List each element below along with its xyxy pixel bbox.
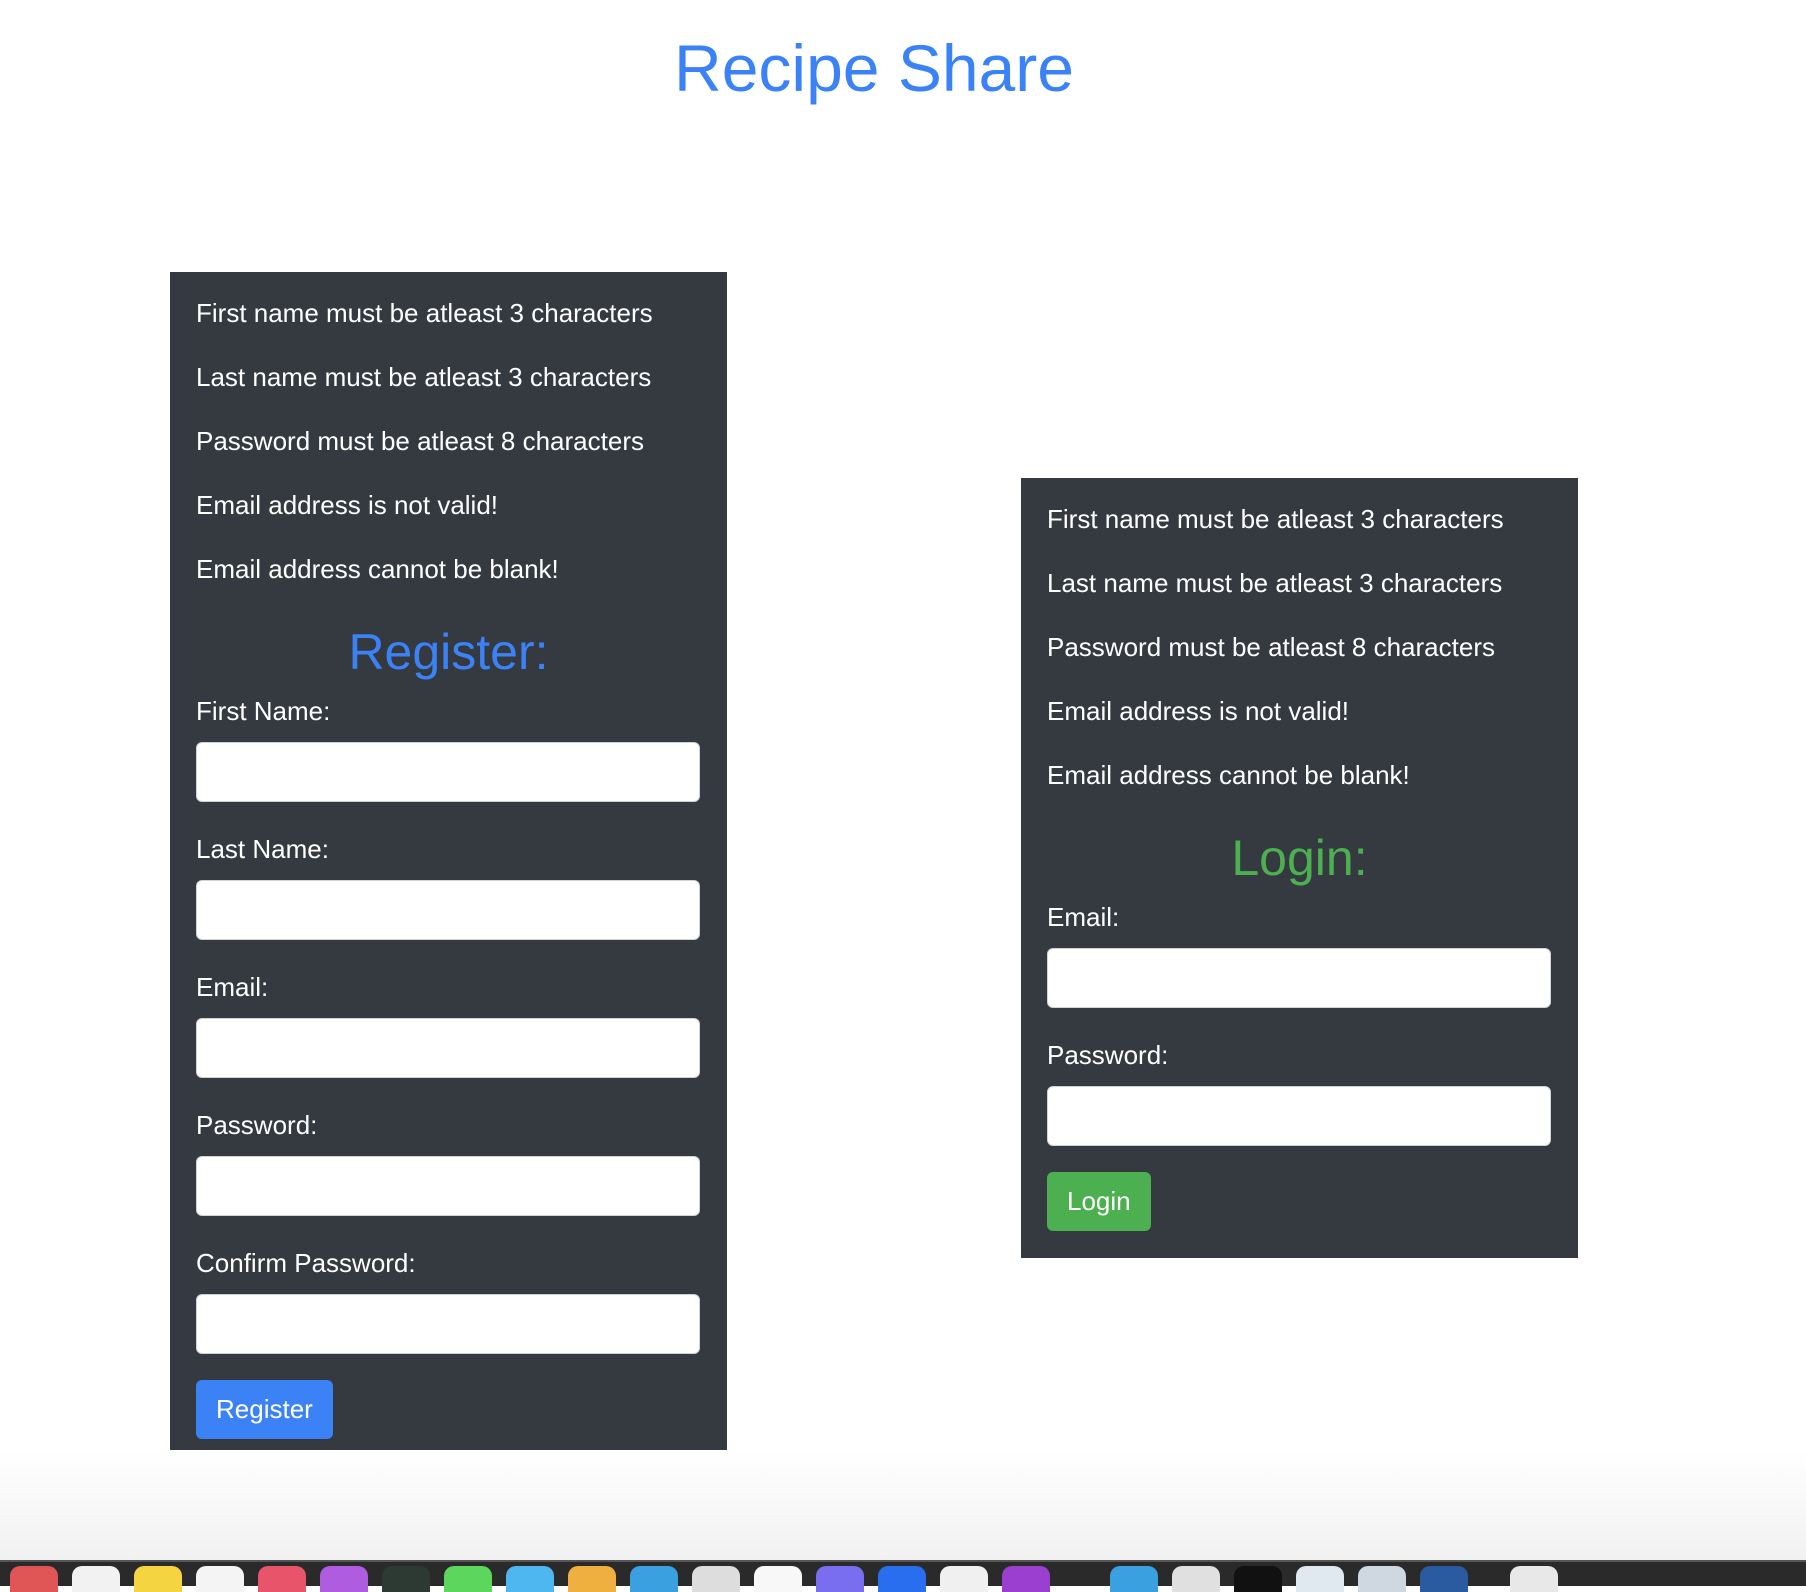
dock-app-icon[interactable]: [1510, 1566, 1558, 1592]
first-name-label: First Name:: [196, 696, 331, 726]
dock-app-icon[interactable]: [1172, 1566, 1220, 1592]
login-email-input[interactable]: [1047, 948, 1551, 1008]
dock-app-icon[interactable]: [10, 1566, 58, 1592]
dock-app-icon[interactable]: [630, 1566, 678, 1592]
dock-app-icon[interactable]: [506, 1566, 554, 1592]
register-password-label: Password:: [196, 1110, 318, 1140]
register-error-list: First name must be atleast 3 characters …: [196, 298, 701, 618]
register-button[interactable]: Register: [196, 1380, 333, 1439]
dock-app-icon[interactable]: [134, 1566, 182, 1592]
dock-app-icon[interactable]: [1002, 1566, 1050, 1592]
last-name-label: Last Name:: [196, 834, 329, 864]
register-error-message: Email address is not valid!: [196, 490, 499, 520]
register-email-input[interactable]: [196, 1018, 700, 1078]
confirm-password-input[interactable]: [196, 1294, 700, 1354]
dock-app-icon[interactable]: [1110, 1566, 1158, 1592]
first-name-input[interactable]: [196, 742, 700, 802]
register-error-message: Password must be atleast 8 characters: [196, 426, 644, 456]
page-bottom-fade: [0, 1450, 1806, 1560]
register-password-input[interactable]: [196, 1156, 700, 1216]
login-error-list: First name must be atleast 3 characters …: [1047, 504, 1552, 824]
dock-app-icon[interactable]: [692, 1566, 740, 1592]
dock-app-icon[interactable]: [940, 1566, 988, 1592]
dock-app-icon[interactable]: [444, 1566, 492, 1592]
dock-app-icon[interactable]: [754, 1566, 802, 1592]
dock-app-icon[interactable]: [320, 1566, 368, 1592]
dock-app-icon[interactable]: [72, 1566, 120, 1592]
login-error-message: Email address is not valid!: [1047, 696, 1350, 726]
dock-app-icon[interactable]: [816, 1566, 864, 1592]
dock-app-icon[interactable]: [258, 1566, 306, 1592]
dock-app-icon[interactable]: [1358, 1566, 1406, 1592]
dock-app-icon[interactable]: [568, 1566, 616, 1592]
login-error-message: Last name must be atleast 3 characters: [1047, 568, 1503, 598]
register-heading: Register:: [348, 624, 549, 680]
login-email-label: Email:: [1047, 902, 1120, 932]
register-panel: First name must be atleast 3 characters …: [170, 272, 727, 1465]
login-password-input[interactable]: [1047, 1086, 1551, 1146]
dock-app-icon[interactable]: [1234, 1566, 1282, 1592]
page-title: Recipe Share: [674, 31, 1074, 105]
register-error-message: Last name must be atleast 3 characters: [196, 362, 652, 392]
login-heading: Login:: [1231, 830, 1368, 886]
login-panel: First name must be atleast 3 characters …: [1021, 478, 1578, 1258]
login-button[interactable]: Login: [1047, 1172, 1151, 1231]
last-name-input[interactable]: [196, 880, 700, 940]
dock-app-icon[interactable]: [1296, 1566, 1344, 1592]
register-error-message: First name must be atleast 3 characters: [196, 298, 653, 328]
confirm-password-label: Confirm Password:: [196, 1248, 416, 1278]
dock-app-icon[interactable]: [382, 1566, 430, 1592]
login-error-message: Email address cannot be blank!: [1047, 760, 1410, 790]
login-password-label: Password:: [1047, 1040, 1169, 1070]
dock-app-icon[interactable]: [878, 1566, 926, 1592]
dock-app-icon[interactable]: [1420, 1566, 1468, 1592]
login-error-message: First name must be atleast 3 characters: [1047, 504, 1504, 534]
dock-app-icon[interactable]: [196, 1566, 244, 1592]
register-email-label: Email:: [196, 972, 269, 1002]
login-error-message: Password must be atleast 8 characters: [1047, 632, 1495, 662]
register-error-message: Email address cannot be blank!: [196, 554, 559, 584]
